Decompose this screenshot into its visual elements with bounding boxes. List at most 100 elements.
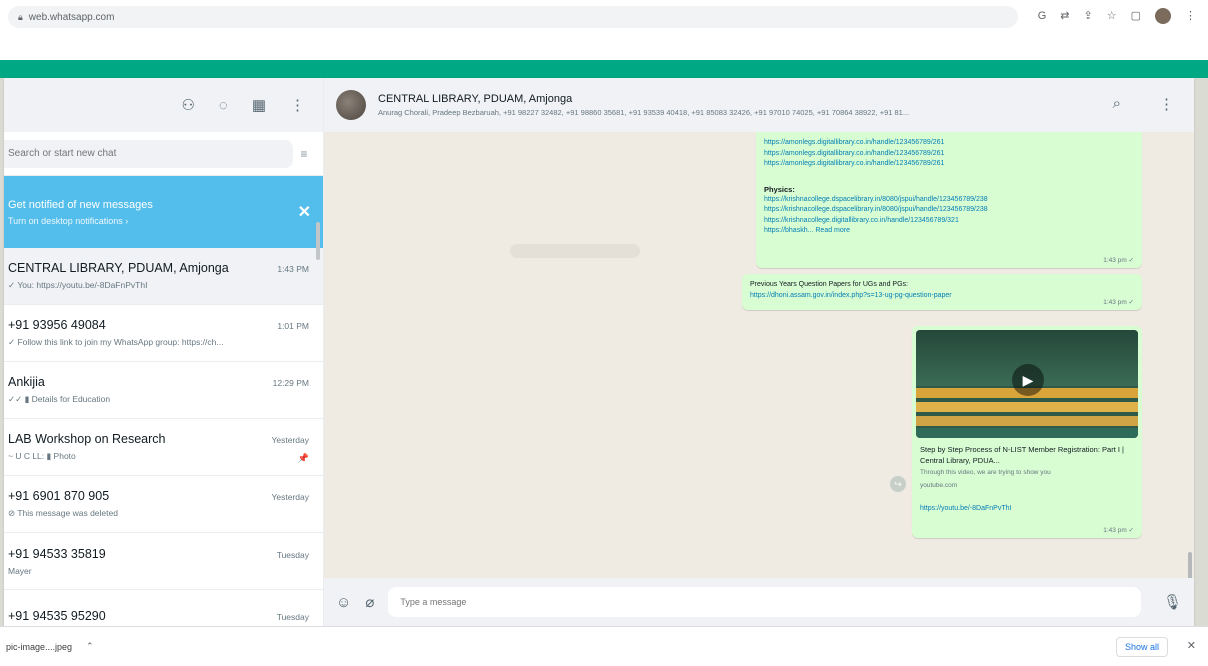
play-icon[interactable]: ▶ — [1012, 364, 1044, 396]
chat-time: 1:01 PM — [277, 321, 309, 331]
google-icon[interactable]: G — [1038, 8, 1047, 24]
microphone-icon[interactable]: 🎙︎ — [1163, 593, 1182, 611]
video-link[interactable]: https://youtu.be/-8DaFnPvThI — [920, 504, 1011, 515]
profile-avatar[interactable] — [1155, 8, 1171, 24]
message-link[interactable]: https://amonlegs.digitallibrary.co.in/ha… — [764, 138, 1134, 149]
message-time: 1:43 pm ✓ — [1103, 257, 1134, 264]
search-input[interactable] — [4, 139, 293, 168]
sidebar: ⚇ ◌ ▦ ⋮ ≡ Get notified of new messages T… — [4, 78, 324, 626]
group-members: Anurag Chorali, Pradeep Bezbaruah, +91 9… — [378, 108, 910, 117]
date-divider — [510, 244, 640, 258]
message-link[interactable]: https://amonlegs.digitallibrary.co.in/ha… — [764, 159, 1134, 170]
chat-item[interactable]: LAB Workshop on Research Yesterday ~ U C … — [4, 419, 323, 476]
chat-preview: ✓ You: https://youtu.be/-8DaFnPvThI — [8, 280, 148, 290]
browser-toolbar: 🔒︎ web.whatsapp.com G ⇄ ⇪ ☆ ▢ ⋮ — [0, 0, 1208, 36]
chat-preview: ✓ Follow this link to join my WhatsApp g… — [8, 337, 224, 347]
message-link[interactable]: https://krishnacollege.digitallibrary.co… — [764, 216, 1134, 227]
message-link[interactable]: https://dhoni.assam.gov.in/index.php?s=1… — [750, 291, 1070, 302]
url-text: web.whatsapp.com — [28, 11, 115, 23]
chat-preview: Mayer — [8, 565, 32, 576]
chat-name: +91 94535 95290 — [8, 608, 106, 623]
outgoing-message[interactable]: Previous Years Question Papers for UGs a… — [742, 274, 1142, 310]
emoji-icon[interactable]: ☺ — [336, 594, 351, 611]
forward-icon[interactable]: ↪ — [890, 476, 906, 492]
download-bar: pic-image....jpeg ⌃ Show all ✕ — [0, 626, 1208, 666]
video-description: Through this video, we are trying to sho… — [920, 469, 1051, 476]
pin-icon: 📌 — [297, 453, 309, 463]
video-thumbnail[interactable]: ▶ — [916, 330, 1138, 438]
show-all-button[interactable]: Show all — [1115, 637, 1168, 657]
filter-icon[interactable]: ≡ — [293, 147, 315, 161]
search-icon[interactable]: ⌕ — [1113, 95, 1121, 113]
chat-preview: ✓✓ ▮ Details for Education — [8, 394, 111, 404]
communities-icon[interactable]: ⚇ — [181, 96, 194, 114]
read-more-link[interactable]: Read more — [815, 227, 850, 234]
whatsapp-app: ⚇ ◌ ▦ ⋮ ≡ Get notified of new messages T… — [4, 78, 1194, 626]
address-bar[interactable]: 🔒︎ web.whatsapp.com — [8, 6, 1018, 28]
attach-icon[interactable]: ⌀ — [365, 593, 374, 611]
close-icon[interactable]: ✕ — [298, 202, 311, 222]
conversation-title: CENTRAL LIBRARY, PDUAM, Amjonga — [378, 93, 573, 105]
message-link[interactable]: https://amonlegs.digitallibrary.co.in/ha… — [764, 149, 1134, 160]
menu-icon[interactable]: ⋮ — [1185, 8, 1196, 24]
sidebar-scrollbar[interactable] — [316, 222, 320, 260]
chat-item[interactable]: Ankijia 12:29 PM ✓✓ ▮ Details for Educati… — [4, 362, 323, 419]
close-icon[interactable]: ✕ — [1187, 639, 1196, 652]
chat-name: CENTRAL LIBRARY, PDUAM, Amjonga — [8, 261, 229, 275]
download-item[interactable]: pic-image....jpeg — [6, 642, 72, 652]
chat-name: +91 93956 49084 — [8, 318, 106, 332]
brand-band — [0, 60, 1208, 78]
chat-name: +91 94533 35819 — [8, 546, 106, 561]
message-time: 1:43 pm ✓ — [1103, 527, 1134, 534]
chevron-up-icon[interactable]: ⌃ — [86, 641, 94, 652]
video-source: youtube.com — [920, 482, 958, 489]
message-link[interactable]: https://bhaskh... — [764, 227, 815, 234]
chat-preview: ⊘ This message was deleted — [8, 508, 118, 518]
chat-name: +91 6901 870 905 — [8, 489, 110, 503]
lock-icon: 🔒︎ — [18, 11, 23, 22]
chat-name: LAB Workshop on Research — [8, 432, 166, 446]
chat-name: Ankijia — [8, 375, 45, 389]
menu-icon[interactable]: ⋮ — [1159, 95, 1174, 113]
search-row: ≡ — [4, 132, 323, 176]
conversation-header[interactable]: CENTRAL LIBRARY, PDUAM, Amjonga Anurag C… — [324, 78, 1194, 132]
chat-time: 12:29 PM — [272, 378, 309, 388]
chat-item[interactable]: +91 93956 49084 1:01 PM ✓ Follow this lin… — [4, 305, 323, 362]
message-heading: Physics: — [764, 184, 795, 194]
menu-icon[interactable]: ⋮ — [290, 96, 305, 114]
conversation-panel: CENTRAL LIBRARY, PDUAM, Amjonga Anurag C… — [324, 78, 1194, 626]
message-link[interactable]: https://krishnacollege.dspacelibrary.in/… — [764, 195, 1134, 206]
sidebar-header: ⚇ ◌ ▦ ⋮ — [4, 78, 323, 132]
message-input[interactable] — [388, 587, 1141, 617]
chat-time: Yesterday — [271, 492, 310, 502]
outgoing-video-message[interactable]: ▶ Step by Step Process of N-LIST Member … — [912, 326, 1142, 538]
video-title: Step by Step Process of N-LIST Member Re… — [920, 445, 1124, 465]
chat-item[interactable]: CENTRAL LIBRARY, PDUAM, Amjonga 1:43 PM ✓… — [4, 248, 323, 305]
message-time: 1:43 pm ✓ — [1103, 299, 1134, 306]
share-icon[interactable]: ⇪ — [1084, 8, 1093, 24]
chat-item[interactable]: +91 6901 870 905 Yesterday ⊘ This message… — [4, 476, 323, 533]
message-text: Previous Years Question Papers for UGs a… — [750, 281, 908, 288]
scrollbar[interactable] — [1188, 552, 1192, 578]
star-icon[interactable]: ☆ — [1107, 8, 1117, 24]
message-link[interactable]: https://krishnacollege.dspacelibrary.in/… — [764, 205, 1134, 216]
chat-list: CENTRAL LIBRARY, PDUAM, Amjonga 1:43 PM ✓… — [4, 248, 323, 626]
chat-time: 1:43 PM — [277, 264, 309, 274]
status-icon[interactable]: ◌ — [219, 97, 228, 114]
notification-title: Get notified of new messages — [8, 198, 153, 211]
browser-actions: G ⇄ ⇪ ☆ ▢ ⋮ — [1038, 8, 1196, 24]
chat-item[interactable]: +91 94535 95290 Tuesday — [4, 590, 323, 626]
chat-item[interactable]: +91 94533 35819 Tuesday Mayer — [4, 533, 323, 590]
outgoing-message[interactable]: https://amonlegs.digitallibrary.co.in/ha… — [756, 132, 1142, 268]
new-chat-icon[interactable]: ▦ — [252, 96, 266, 114]
notification-subtitle[interactable]: Turn on desktop notifications › — [8, 216, 153, 226]
group-avatar[interactable] — [336, 90, 366, 120]
chat-time: Yesterday — [271, 435, 310, 445]
translate-icon[interactable]: ⇄ — [1060, 8, 1069, 24]
sidebar-icon[interactable]: ▢ — [1131, 8, 1141, 24]
chat-time: Tuesday — [276, 611, 309, 622]
composer: ☺ ⌀ 🎙︎ — [324, 578, 1194, 626]
notification-banner[interactable]: Get notified of new messages Turn on des… — [4, 176, 323, 248]
chat-preview: ~ U C LL: ▮ Photo — [8, 451, 76, 461]
message-area: https://amonlegs.digitallibrary.co.in/ha… — [324, 132, 1194, 578]
